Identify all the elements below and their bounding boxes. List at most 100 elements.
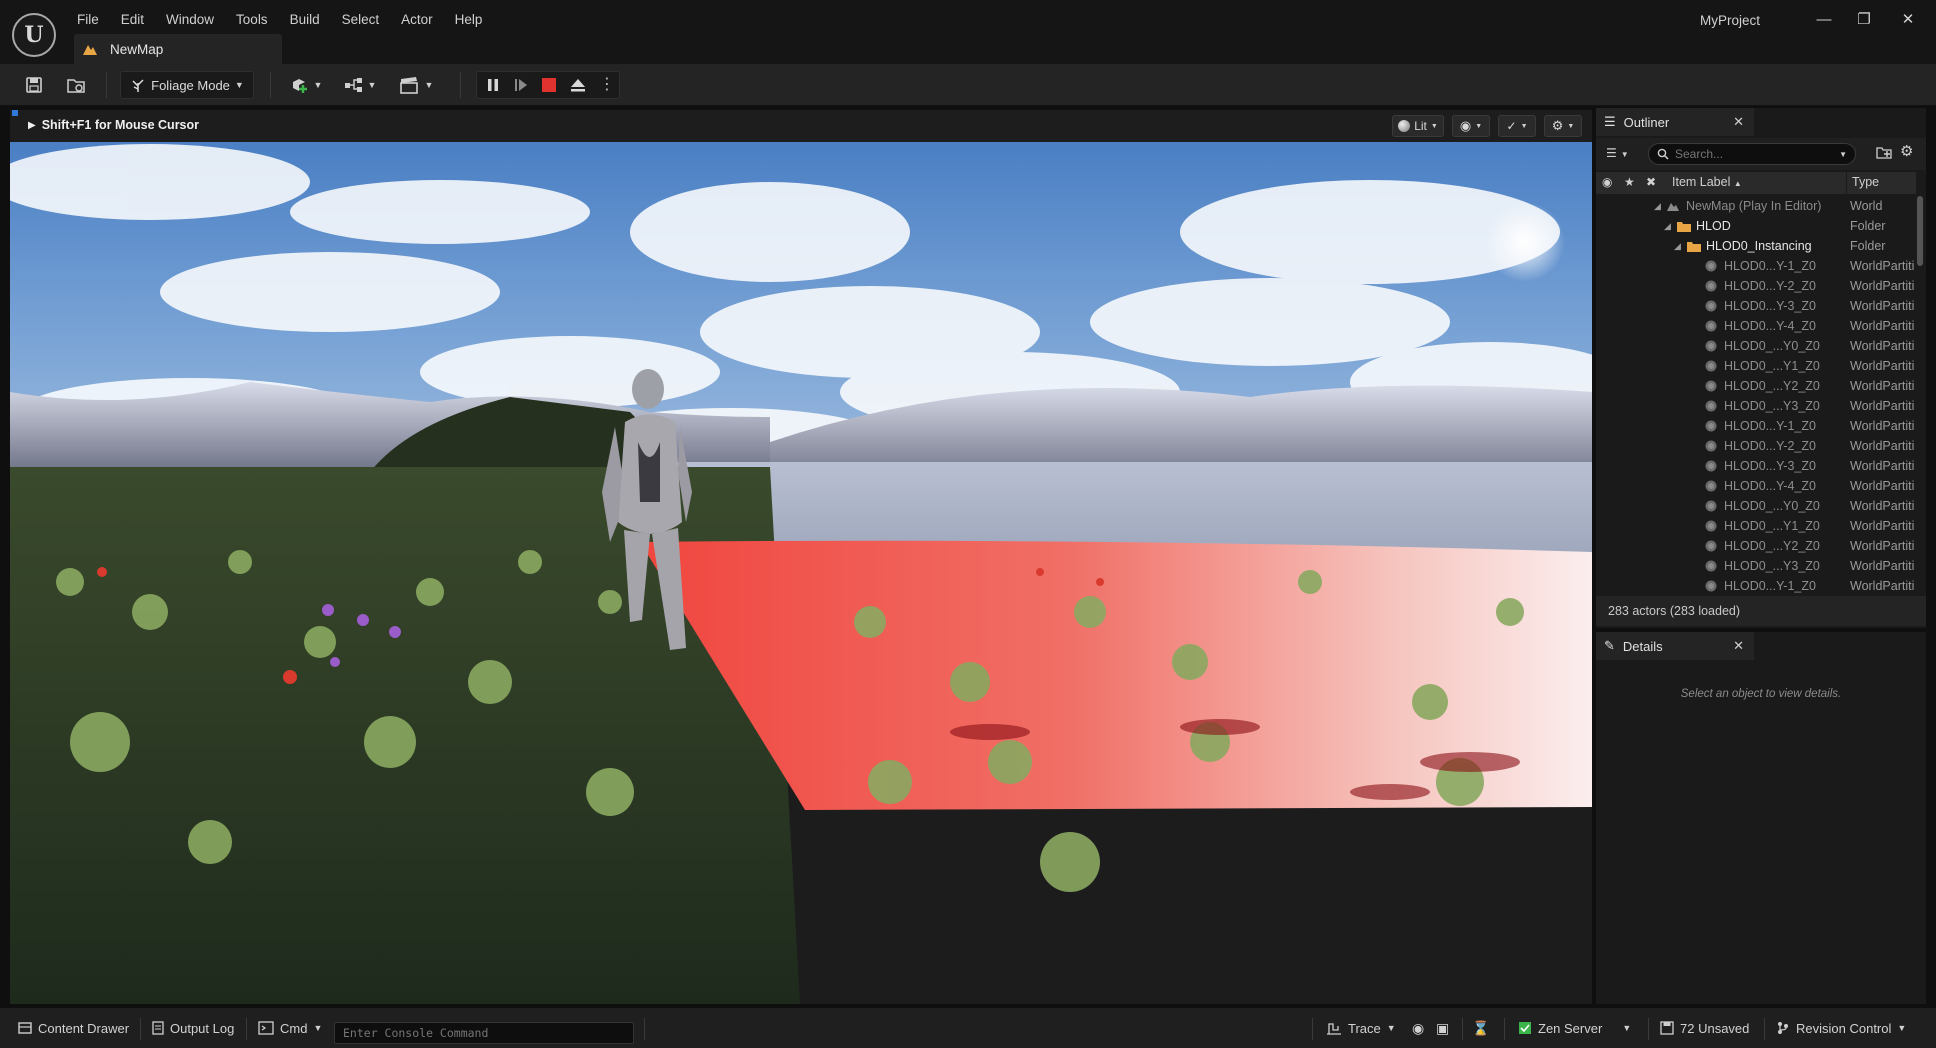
outliner-row[interactable]: HLOD0_...Y3_Z0 WorldPartiti bbox=[1596, 556, 1916, 576]
outliner-row[interactable]: HLOD0...Y-3_Z0 WorldPartiti bbox=[1596, 456, 1916, 476]
level-viewport[interactable]: ▶ Shift+F1 for Mouse Cursor Lit ▼ ◉ ▼ ✓ … bbox=[10, 110, 1592, 1004]
unsaved-label: 72 Unsaved bbox=[1680, 1020, 1750, 1036]
output-log-icon bbox=[152, 1021, 164, 1035]
outliner-tab[interactable]: ☰ Outliner ✕ bbox=[1596, 108, 1754, 136]
outliner-row-label: HLOD0_...Y1_Z0 bbox=[1724, 359, 1820, 373]
outliner-row[interactable]: HLOD0...Y-2_Z0 WorldPartiti bbox=[1596, 276, 1916, 296]
map-tab[interactable]: NewMap bbox=[74, 34, 282, 64]
revision-control-button[interactable]: Revision Control ▼ bbox=[1776, 1008, 1906, 1048]
cmd-selector[interactable]: Cmd ▼ bbox=[258, 1008, 322, 1048]
column-type[interactable]: Type bbox=[1852, 175, 1879, 189]
unsaved-button[interactable]: 72 Unsaved bbox=[1660, 1008, 1749, 1048]
outliner-row-label: HLOD0_Instancing bbox=[1706, 239, 1812, 253]
pause-icon[interactable] bbox=[485, 77, 501, 96]
outliner-scrollbar[interactable] bbox=[1917, 196, 1923, 266]
outliner-row-type: Folder bbox=[1850, 239, 1886, 253]
blueprints-button[interactable]: ▼ bbox=[340, 71, 380, 99]
details-tab[interactable]: ✎ Details ✕ bbox=[1596, 632, 1754, 660]
menu-select[interactable]: Select bbox=[331, 10, 391, 32]
more-options-icon[interactable]: ⋮ bbox=[599, 76, 615, 94]
menu-edit[interactable]: Edit bbox=[110, 10, 155, 32]
outliner-row[interactable]: HLOD0...Y-3_Z0 WorldPartiti bbox=[1596, 296, 1916, 316]
chevron-down-icon: ▼ bbox=[1567, 122, 1575, 130]
folder-icon bbox=[1676, 219, 1691, 233]
game-scene[interactable] bbox=[10, 142, 1592, 1004]
column-item-label[interactable]: Item Label ▲ bbox=[1672, 175, 1742, 189]
screenshot-icon[interactable]: ▣ bbox=[1436, 1008, 1449, 1048]
hourglass-icon[interactable]: ⌛ bbox=[1472, 1008, 1489, 1048]
cinematics-button[interactable]: ▼ bbox=[396, 71, 436, 99]
outliner-row-label: HLOD0_...Y2_Z0 bbox=[1724, 379, 1820, 393]
pin-icon[interactable]: ✖ bbox=[1646, 175, 1656, 189]
outliner-row[interactable]: HLOD0...Y-1_Z0 WorldPartiti bbox=[1596, 416, 1916, 436]
outliner-row[interactable]: HLOD0_...Y2_Z0 WorldPartiti bbox=[1596, 376, 1916, 396]
visibility-eye-icon[interactable]: ◉ bbox=[1602, 175, 1612, 189]
outliner-row-label: HLOD0...Y-2_Z0 bbox=[1724, 279, 1816, 293]
outliner-row[interactable]: HLOD0_...Y0_Z0 WorldPartiti bbox=[1596, 336, 1916, 356]
star-icon[interactable]: ★ bbox=[1624, 175, 1635, 189]
details-empty-message: Select an object to view details. bbox=[1680, 688, 1842, 700]
outliner-search[interactable]: ▼ bbox=[1648, 143, 1856, 165]
eject-icon[interactable] bbox=[569, 77, 587, 96]
restore-icon[interactable]: ❐ bbox=[1848, 8, 1880, 30]
output-log-button[interactable]: Output Log bbox=[152, 1008, 234, 1048]
stop-icon[interactable] bbox=[541, 77, 557, 96]
menu-actor[interactable]: Actor bbox=[390, 10, 444, 32]
clapperboard-icon bbox=[399, 77, 418, 94]
menu-build[interactable]: Build bbox=[279, 10, 331, 32]
filter-icon[interactable]: ☰ ▼ bbox=[1606, 146, 1629, 160]
actor-icon bbox=[1704, 339, 1718, 353]
outliner-row[interactable]: HLOD0_...Y3_Z0 WorldPartiti bbox=[1596, 396, 1916, 416]
menu-tools[interactable]: Tools bbox=[225, 10, 279, 32]
actor-icon bbox=[1704, 519, 1718, 533]
expand-arrow-icon[interactable]: ◢ bbox=[1654, 196, 1661, 216]
viewport-settings-button[interactable]: ⚙ ▼ bbox=[1544, 115, 1582, 137]
outliner-row[interactable]: ◢ NewMap (Play In Editor) World bbox=[1596, 196, 1916, 216]
close-icon[interactable]: ✕ bbox=[1892, 8, 1924, 30]
outliner-row[interactable]: HLOD0...Y-4_Z0 WorldPartiti bbox=[1596, 476, 1916, 496]
mode-selector-button[interactable]: Foliage Mode ▼ bbox=[120, 71, 254, 99]
menu-file[interactable]: File bbox=[66, 10, 110, 32]
chevron-down-icon[interactable]: ▼ bbox=[1839, 150, 1847, 159]
performance-button[interactable]: ✓ ▼ bbox=[1498, 115, 1536, 137]
zen-server-button[interactable]: Zen Server ▼ bbox=[1518, 1008, 1631, 1048]
outliner-row[interactable]: ◢ HLOD Folder bbox=[1596, 216, 1916, 236]
gear-icon: ⚙ bbox=[1551, 118, 1564, 133]
outliner-row[interactable]: HLOD0...Y-1_Z0 WorldPartiti bbox=[1596, 576, 1916, 596]
menu-window[interactable]: Window bbox=[155, 10, 225, 32]
outliner-row[interactable]: HLOD0...Y-1_Z0 WorldPartiti bbox=[1596, 256, 1916, 276]
browse-content-icon[interactable] bbox=[62, 71, 90, 99]
console-command-input[interactable] bbox=[334, 1022, 634, 1044]
minimize-icon[interactable]: — bbox=[1808, 8, 1840, 30]
outliner-row[interactable]: HLOD0_...Y2_Z0 WorldPartiti bbox=[1596, 536, 1916, 556]
sort-ascending-icon: ▲ bbox=[1733, 179, 1742, 188]
add-folder-icon[interactable] bbox=[1876, 144, 1892, 163]
menu-help[interactable]: Help bbox=[444, 10, 494, 32]
close-icon[interactable]: ✕ bbox=[1733, 638, 1744, 654]
zen-server-label: Zen Server bbox=[1538, 1020, 1603, 1036]
gear-icon[interactable]: ⚙ bbox=[1900, 142, 1913, 160]
toolbar-separator bbox=[460, 72, 461, 98]
outliner-row-label: HLOD0_...Y1_Z0 bbox=[1724, 519, 1820, 533]
chevron-down-icon: ▼ bbox=[313, 1023, 323, 1033]
expand-arrow-icon[interactable]: ◢ bbox=[1674, 236, 1681, 256]
search-input[interactable] bbox=[1675, 147, 1825, 161]
add-actor-icon bbox=[292, 79, 307, 93]
view-mode-button[interactable]: Lit ▼ bbox=[1392, 115, 1444, 137]
step-frame-icon[interactable] bbox=[513, 77, 529, 96]
add-actor-button[interactable]: ▼ bbox=[286, 71, 326, 99]
outliner-row[interactable]: HLOD0_...Y1_Z0 WorldPartiti bbox=[1596, 516, 1916, 536]
outliner-row[interactable]: HLOD0_...Y1_Z0 WorldPartiti bbox=[1596, 356, 1916, 376]
outliner-row[interactable]: ◢ HLOD0_Instancing Folder bbox=[1596, 236, 1916, 256]
outliner-row[interactable]: HLOD0_...Y0_Z0 WorldPartiti bbox=[1596, 496, 1916, 516]
trace-button[interactable]: Trace ▼ bbox=[1326, 1008, 1396, 1048]
close-icon[interactable]: ✕ bbox=[1733, 114, 1744, 130]
record-icon[interactable]: ◉ bbox=[1412, 1008, 1424, 1048]
unreal-logo-icon[interactable]: U bbox=[12, 13, 56, 57]
show-flags-button[interactable]: ◉ ▼ bbox=[1452, 115, 1490, 137]
save-icon[interactable] bbox=[20, 71, 48, 99]
expand-arrow-icon[interactable]: ◢ bbox=[1664, 216, 1671, 236]
content-drawer-button[interactable]: Content Drawer bbox=[18, 1008, 129, 1048]
outliner-row[interactable]: HLOD0...Y-2_Z0 WorldPartiti bbox=[1596, 436, 1916, 456]
outliner-row[interactable]: HLOD0...Y-4_Z0 WorldPartiti bbox=[1596, 316, 1916, 336]
